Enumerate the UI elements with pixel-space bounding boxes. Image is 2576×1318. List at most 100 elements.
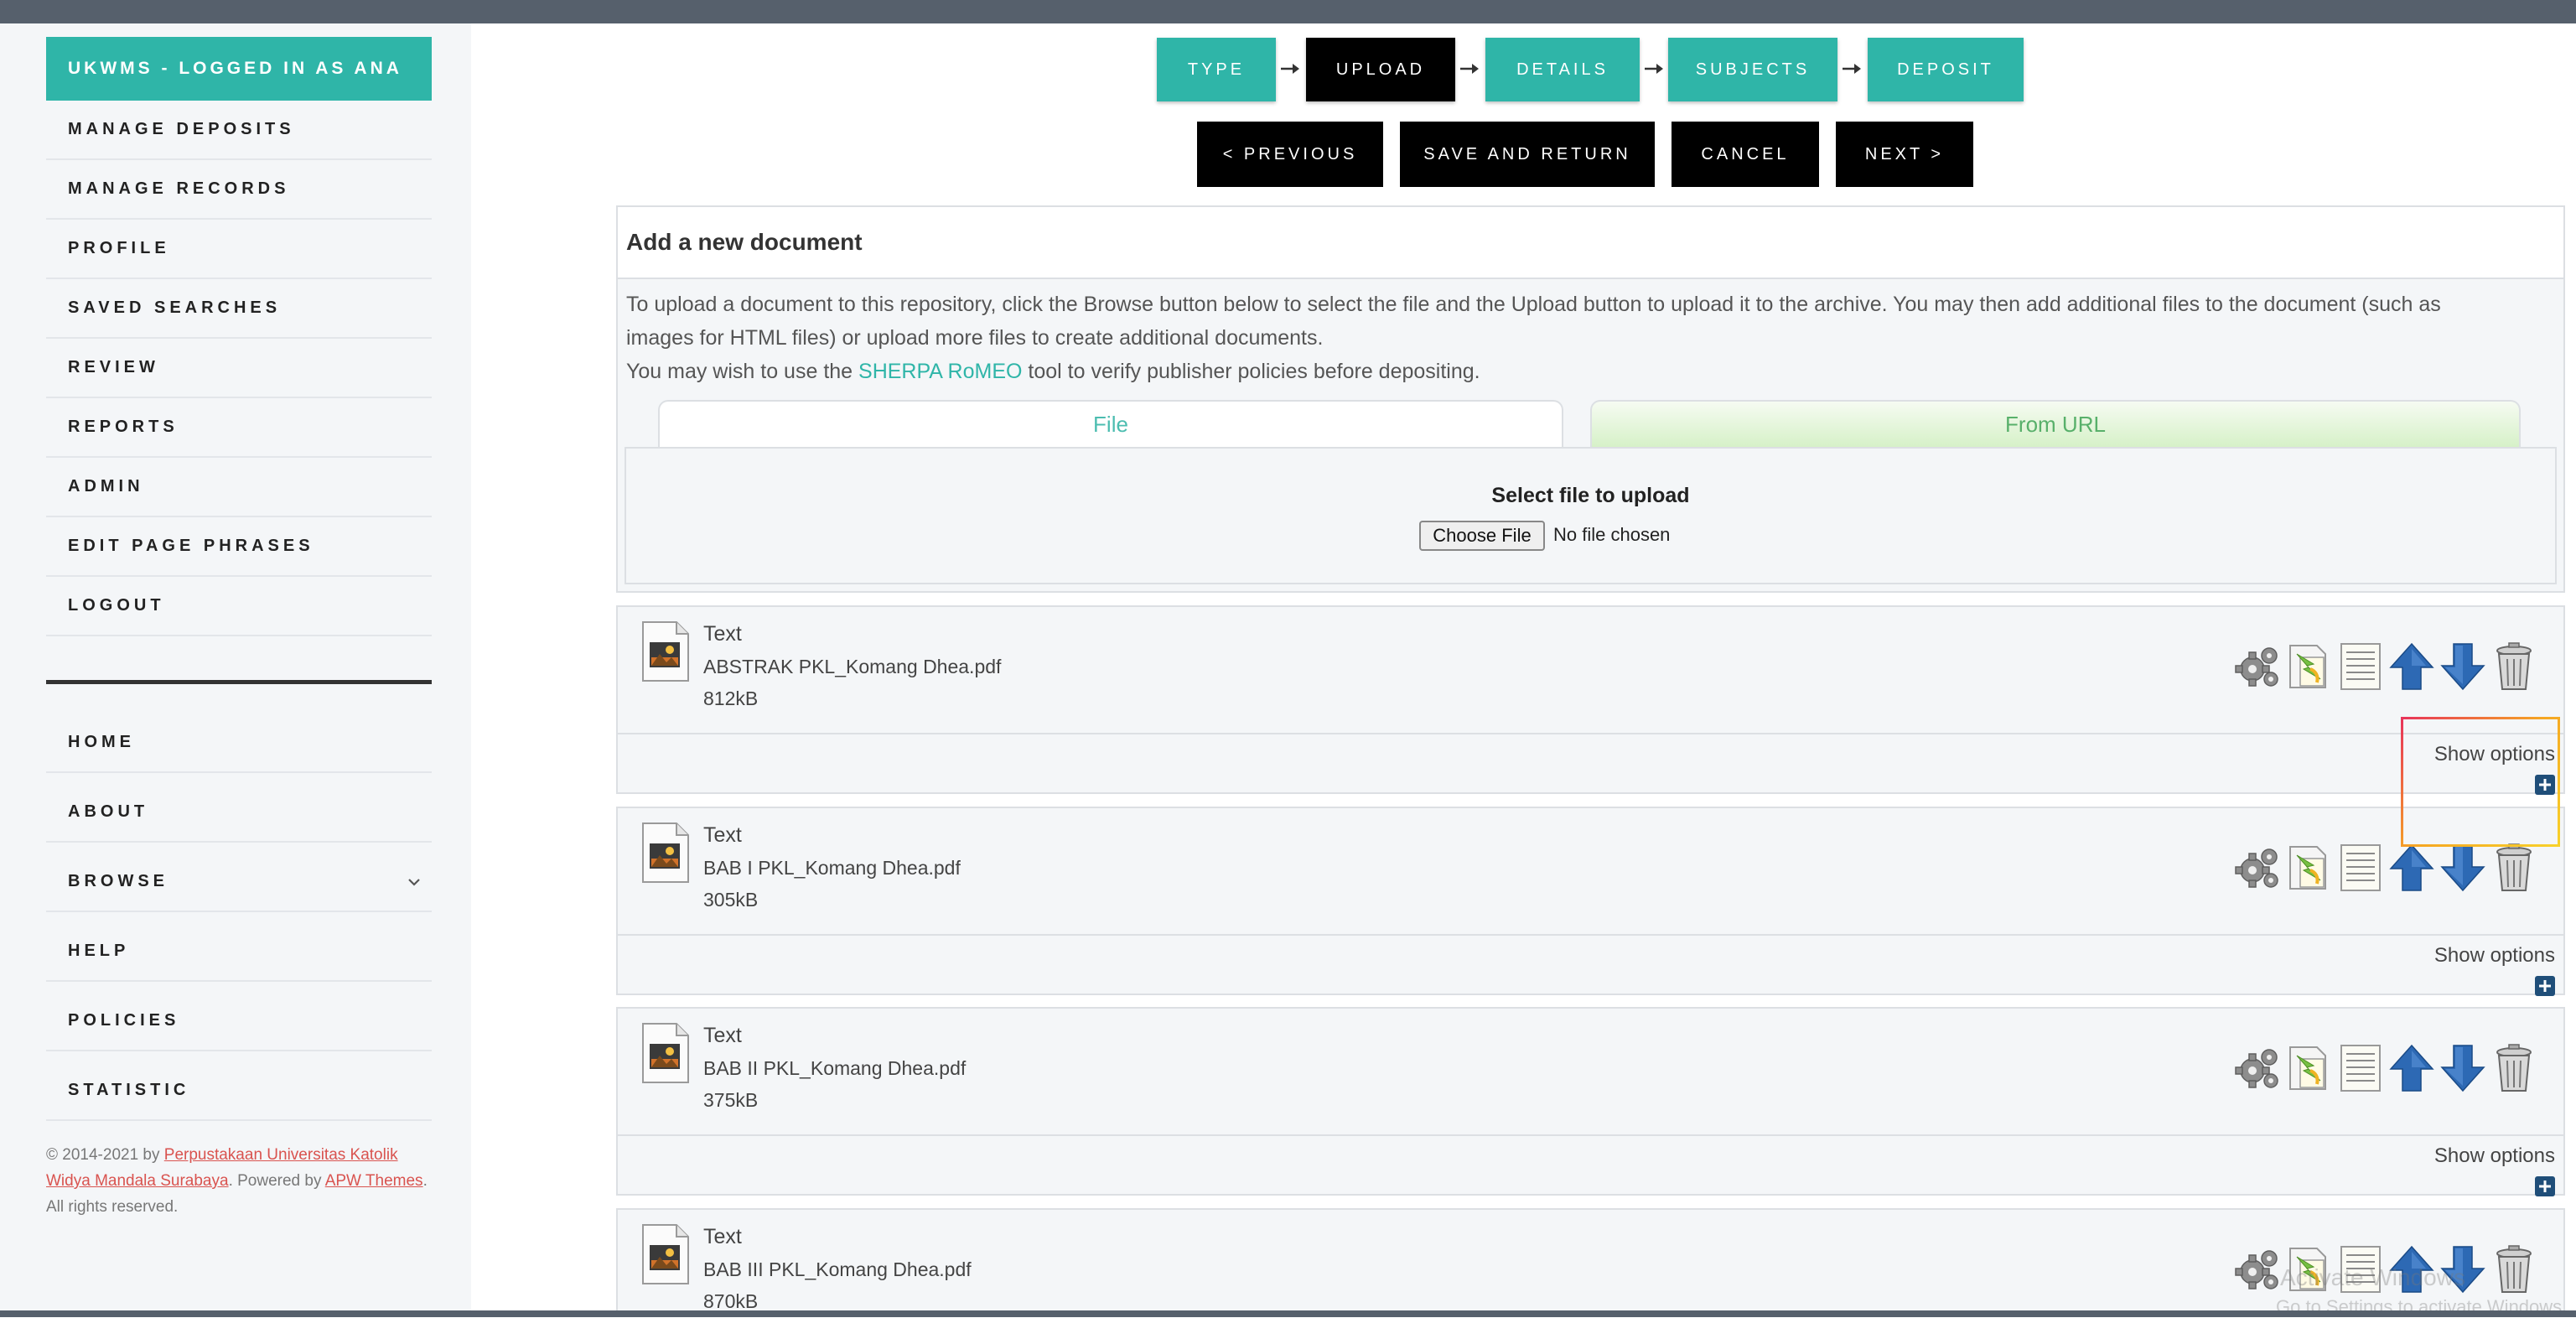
document-thumbnail-icon — [640, 822, 692, 885]
previous-button[interactable]: < PREVIOUS — [1197, 122, 1383, 187]
document-thumbnail-icon — [640, 1223, 692, 1287]
plus-icon[interactable] — [2535, 976, 2555, 996]
step-deposit[interactable]: DEPOSIT — [1868, 38, 2024, 101]
document-actions — [2234, 1042, 2538, 1094]
document-type: Text — [703, 1225, 742, 1248]
no-file-label: No file chosen — [1553, 524, 1671, 545]
convert-icon[interactable] — [2285, 842, 2334, 894]
sidebar-item-saved-searches[interactable]: SAVED SEARCHES — [46, 279, 432, 339]
arrow-down-icon[interactable] — [2439, 1042, 2487, 1094]
tab-file[interactable]: File — [658, 400, 1563, 447]
save-and-return-button[interactable]: SAVE AND RETURN — [1400, 122, 1655, 187]
sidebar-item-edit-page-phrases[interactable]: EDIT PAGE PHRASES — [46, 517, 432, 577]
sidebar-footer: © 2014-2021 by Perpustakaan Universitas … — [46, 1142, 432, 1220]
nav-item-home[interactable]: HOME — [46, 713, 432, 773]
panel-title: Add a new document — [618, 207, 2563, 279]
list-icon[interactable] — [2336, 842, 2385, 894]
panel-desc-line1: To upload a document to this repository,… — [626, 293, 2441, 316]
upload-label: Select file to upload — [1491, 484, 1690, 507]
sidebar: UKWMS - LOGGED IN AS ANA MANAGE DEPOSITS… — [0, 23, 471, 1310]
document-filename[interactable]: BAB III PKL_Komang Dhea.pdf — [703, 1258, 972, 1281]
document-type: Text — [703, 622, 742, 646]
document-item: Text ABSTRAK PKL_Komang Dhea.pdf 812kB S… — [616, 605, 2565, 794]
footer-powered: . Powered by — [228, 1172, 325, 1190]
arrow-down-icon[interactable] — [2439, 641, 2487, 693]
desc3-prefix: You may wish to use the — [626, 360, 859, 383]
trash-icon[interactable] — [2490, 1243, 2538, 1295]
document-type: Text — [703, 823, 742, 847]
sidebar-item-admin[interactable]: ADMIN — [46, 458, 432, 517]
gear-icon[interactable] — [2234, 1042, 2283, 1094]
sidebar-separator — [46, 680, 432, 684]
document-filename[interactable]: ABSTRAK PKL_Komang Dhea.pdf — [703, 656, 1001, 678]
footer-theme-link[interactable]: APW Themes — [325, 1172, 423, 1190]
document-actions — [2234, 842, 2538, 894]
panel-description: To upload a document to this repository,… — [626, 288, 2554, 388]
step-arrow-icon — [1279, 60, 1301, 77]
list-icon[interactable] — [2336, 1042, 2385, 1094]
document-divider — [618, 733, 2563, 734]
step-arrow-icon — [1459, 60, 1480, 77]
footer-prefix: © 2014-2021 by — [46, 1146, 164, 1164]
document-size: 305kB — [703, 889, 759, 911]
document-filename[interactable]: BAB I PKL_Komang Dhea.pdf — [703, 857, 961, 880]
panel-desc-line2: images for HTML files) or upload more fi… — [626, 326, 1324, 350]
nav-item-policies[interactable]: POLICIES — [46, 992, 432, 1051]
show-options-link[interactable]: Show options — [2434, 1144, 2555, 1168]
document-filename[interactable]: BAB II PKL_Komang Dhea.pdf — [703, 1057, 966, 1080]
arrow-down-icon[interactable] — [2439, 842, 2487, 894]
document-size: 375kB — [703, 1089, 759, 1111]
gear-icon[interactable] — [2234, 1243, 2283, 1295]
nav-item-statistic[interactable]: STATISTIC — [46, 1061, 432, 1121]
add-document-panel: Add a new document To upload a document … — [616, 205, 2565, 593]
trash-icon[interactable] — [2490, 641, 2538, 693]
trash-icon[interactable] — [2490, 1042, 2538, 1094]
sidebar-item-profile[interactable]: PROFILE — [46, 220, 432, 279]
sidebar-item-logout[interactable]: LOGOUT — [46, 577, 432, 636]
document-divider — [618, 934, 2563, 936]
step-arrow-icon — [1841, 60, 1863, 77]
document-item: Text BAB I PKL_Komang Dhea.pdf 305kB Sho… — [616, 807, 2565, 995]
document-size: 870kB — [703, 1290, 759, 1312]
document-type: Text — [703, 1024, 742, 1047]
browser-bottom-bar — [0, 1310, 2576, 1317]
gear-icon[interactable] — [2234, 641, 2283, 693]
convert-icon[interactable] — [2285, 1042, 2334, 1094]
convert-icon[interactable] — [2285, 641, 2334, 693]
arrow-up-icon[interactable] — [2387, 641, 2436, 693]
step-subjects[interactable]: SUBJECTS — [1668, 38, 1837, 101]
nav-item-browse[interactable]: BROWSE — [46, 853, 432, 912]
document-thumbnail-icon — [640, 620, 692, 684]
arrow-up-icon[interactable] — [2387, 1042, 2436, 1094]
document-size: 812kB — [703, 688, 759, 709]
document-thumbnail-icon — [640, 1022, 692, 1086]
sidebar-item-reports[interactable]: REPORTS — [46, 398, 432, 458]
show-options-link[interactable]: Show options — [2434, 944, 2555, 968]
nav-item-about[interactable]: ABOUT — [46, 783, 432, 843]
plus-icon[interactable] — [2535, 1176, 2555, 1196]
sidebar-item-review[interactable]: REVIEW — [46, 339, 432, 398]
upload-box: Select file to upload Choose File No fil… — [625, 447, 2557, 584]
nav-item-help[interactable]: HELP — [46, 922, 432, 982]
list-icon[interactable] — [2336, 641, 2385, 693]
chevron-down-icon — [408, 879, 420, 886]
next-button[interactable]: NEXT > — [1836, 122, 1973, 187]
sidebar-item-manage-deposits[interactable]: MANAGE DEPOSITS — [46, 101, 432, 160]
step-type[interactable]: TYPE — [1157, 38, 1276, 101]
browser-top-bar — [0, 0, 2576, 23]
step-upload[interactable]: UPLOAD — [1306, 38, 1455, 101]
step-details[interactable]: DETAILS — [1485, 38, 1640, 101]
sidebar-item-manage-records[interactable]: MANAGE RECORDS — [46, 160, 432, 220]
tab-from-url[interactable]: From URL — [1590, 400, 2521, 447]
document-divider — [618, 1134, 2563, 1136]
gear-icon[interactable] — [2234, 842, 2283, 894]
cancel-button[interactable]: CANCEL — [1672, 122, 1819, 187]
desc3-suffix: tool to verify publisher policies before… — [1022, 360, 1480, 383]
step-arrow-icon — [1643, 60, 1665, 77]
nav-item-browse-label: BROWSE — [68, 872, 168, 890]
trash-icon[interactable] — [2490, 842, 2538, 894]
choose-file-button[interactable]: Choose File — [1419, 521, 1545, 551]
arrow-up-icon[interactable] — [2387, 842, 2436, 894]
sherpa-romeo-link[interactable]: SHERPA RoMEO — [858, 360, 1022, 383]
document-actions — [2234, 641, 2538, 693]
